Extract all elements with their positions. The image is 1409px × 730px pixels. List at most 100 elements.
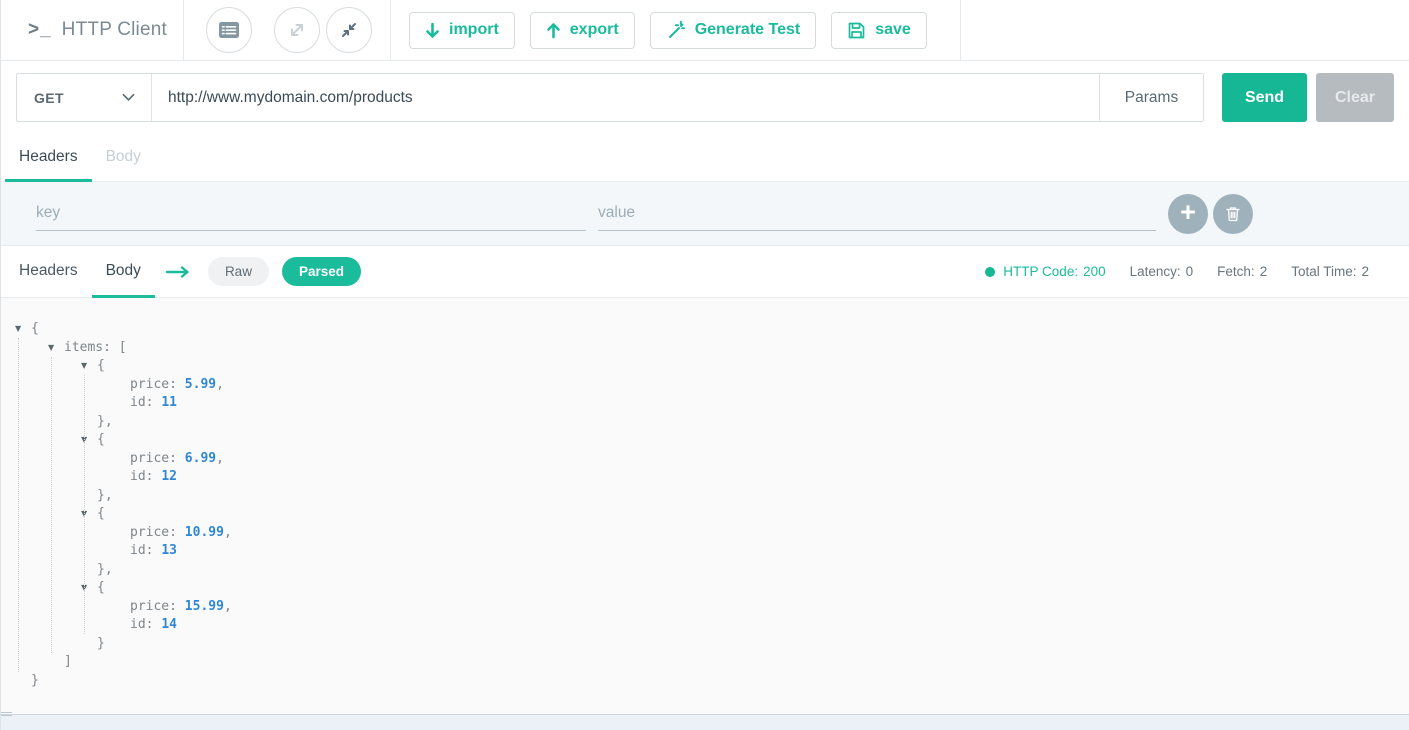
http-code-value: 200 xyxy=(1083,264,1106,279)
latency-label: Latency: xyxy=(1129,264,1181,279)
json-plain-text: id: xyxy=(130,617,162,632)
params-button[interactable]: Params xyxy=(1099,74,1203,121)
arrow-up-icon xyxy=(546,22,561,39)
total-time-label: Total Time: xyxy=(1291,264,1357,279)
response-status-group: HTTP Code: 200 Latency: 0 Fetch: 2 Total… xyxy=(985,246,1369,297)
json-tree-line: price: 6.99, xyxy=(1,450,1409,469)
parsed-view-button[interactable]: Parsed xyxy=(281,257,361,286)
collapse-toggle-icon[interactable]: ▼ xyxy=(81,357,97,376)
save-button-label: save xyxy=(875,21,911,38)
form-view-button[interactable] xyxy=(206,7,252,53)
import-button-label: import xyxy=(449,21,499,38)
header-key-input[interactable] xyxy=(36,196,586,231)
toolbar-divider xyxy=(959,0,961,60)
arrow-down-icon xyxy=(425,22,440,39)
url-group: GET Params xyxy=(16,73,1204,122)
total-time-value: 2 xyxy=(1361,264,1369,279)
json-plain-text: price: xyxy=(130,524,185,540)
floppy-disk-icon xyxy=(847,21,866,40)
json-plain-text: }, xyxy=(97,487,113,503)
http-code-status: HTTP Code: 200 xyxy=(985,264,1106,279)
json-tree-line: ▼{ xyxy=(1,431,1409,450)
latency-status: Latency: 0 xyxy=(1130,264,1194,279)
save-button[interactable]: save xyxy=(831,11,927,49)
json-tree-line: id: 13 xyxy=(1,542,1409,561)
json-tree-line: price: 10.99, xyxy=(1,524,1409,543)
http-client-app: >_ HTTP Client import export Generate Te… xyxy=(0,0,1409,730)
json-plain-text: price: xyxy=(130,376,185,392)
header-value-input[interactable] xyxy=(598,196,1156,231)
request-tabs: Headers Body xyxy=(1,134,1409,182)
arrow-right-icon xyxy=(165,246,192,297)
collapse-toggle-icon[interactable]: ▼ xyxy=(48,339,64,358)
add-header-button[interactable]: + xyxy=(1168,193,1208,234)
json-plain-text: }, xyxy=(97,561,113,577)
json-plain-text: } xyxy=(31,672,39,688)
chevron-down-icon xyxy=(122,93,135,102)
fetch-status: Fetch: 2 xyxy=(1217,264,1267,279)
tab-request-headers[interactable]: Headers xyxy=(5,134,92,182)
delete-header-button[interactable] xyxy=(1213,193,1253,234)
send-button[interactable]: Send xyxy=(1222,73,1307,122)
import-button[interactable]: import xyxy=(409,11,515,49)
app-title-area: >_ HTTP Client xyxy=(1,0,183,60)
json-plain-text: } xyxy=(97,635,105,651)
export-button[interactable]: export xyxy=(529,11,635,49)
json-tree-line: ▼{ xyxy=(1,357,1409,376)
json-number-text: 13 xyxy=(161,543,177,558)
terminal-prompt-icon: >_ xyxy=(28,19,52,40)
response-toolbar: Headers Body Raw Parsed HTTP Code: 200 L… xyxy=(1,246,1409,298)
raw-view-button[interactable]: Raw xyxy=(207,257,269,286)
clear-button[interactable]: Clear xyxy=(1316,73,1394,122)
method-select[interactable]: GET xyxy=(17,74,151,121)
json-plain-text: id: xyxy=(130,395,162,410)
request-bar: GET Params Send Clear xyxy=(1,61,1409,134)
fetch-value: 2 xyxy=(1259,264,1268,279)
json-plain-text: price: xyxy=(130,450,185,466)
json-number-text: 5.99 xyxy=(184,376,217,392)
page-title: HTTP Client xyxy=(61,19,167,40)
tab-response-headers[interactable]: Headers xyxy=(5,246,92,298)
json-tree-line: id: 11 xyxy=(1,394,1409,413)
json-plain-text: { xyxy=(97,358,105,373)
expand-button[interactable] xyxy=(274,7,320,53)
expand-icon xyxy=(287,20,307,40)
json-plain-text: { xyxy=(97,580,105,595)
json-tree-line: ▼{ xyxy=(1,505,1409,524)
json-plain-text: { xyxy=(97,432,105,447)
json-tree-line: ▼{ xyxy=(1,579,1409,598)
response-body-panel: ▼{▼ items: [▼{price: 5.99, id: 11}, ▼{price… xyxy=(1,298,1409,714)
json-plain-text: , xyxy=(223,598,232,614)
top-toolbar: >_ HTTP Client import export Generate Te… xyxy=(1,0,1409,61)
method-select-value: GET xyxy=(34,89,64,106)
json-plain-text: items: [ xyxy=(64,339,127,355)
tab-response-body[interactable]: Body xyxy=(91,246,155,298)
json-number-text: 15.99 xyxy=(184,598,224,614)
total-time-status: Total Time: 2 xyxy=(1291,264,1369,279)
view-controls xyxy=(184,0,390,60)
toolbar-actions: import export Generate Test save xyxy=(391,0,960,60)
tab-request-body[interactable]: Body xyxy=(92,134,155,182)
header-kv-row: + xyxy=(1,182,1409,246)
resize-grip[interactable] xyxy=(1,710,12,718)
json-number-text: 14 xyxy=(161,617,177,632)
generate-test-button[interactable]: Generate Test xyxy=(649,11,817,49)
json-plain-text: ] xyxy=(64,654,72,669)
url-input[interactable] xyxy=(151,74,1099,121)
tree-indent-guide xyxy=(51,357,52,653)
collapse-icon xyxy=(339,20,359,40)
status-dot-icon xyxy=(985,266,996,277)
json-plain-text: , xyxy=(216,376,224,392)
json-plain-text: , xyxy=(223,524,232,540)
collapse-button[interactable] xyxy=(326,7,372,53)
json-plain-text: , xyxy=(216,450,224,466)
json-tree-line: ▼{ xyxy=(1,320,1409,339)
collapse-toggle-icon[interactable]: ▼ xyxy=(15,320,31,339)
json-plain-text: id: xyxy=(130,469,162,484)
response-json-tree: ▼{▼ items: [▼{price: 5.99, id: 11}, ▼{price… xyxy=(1,298,1409,690)
tree-indent-guide xyxy=(18,338,19,672)
json-plain-text: { xyxy=(97,506,105,521)
json-number-text: 11 xyxy=(161,395,177,410)
json-tree-line: price: 5.99, xyxy=(1,376,1409,395)
json-tree-line: }, xyxy=(1,561,1409,580)
